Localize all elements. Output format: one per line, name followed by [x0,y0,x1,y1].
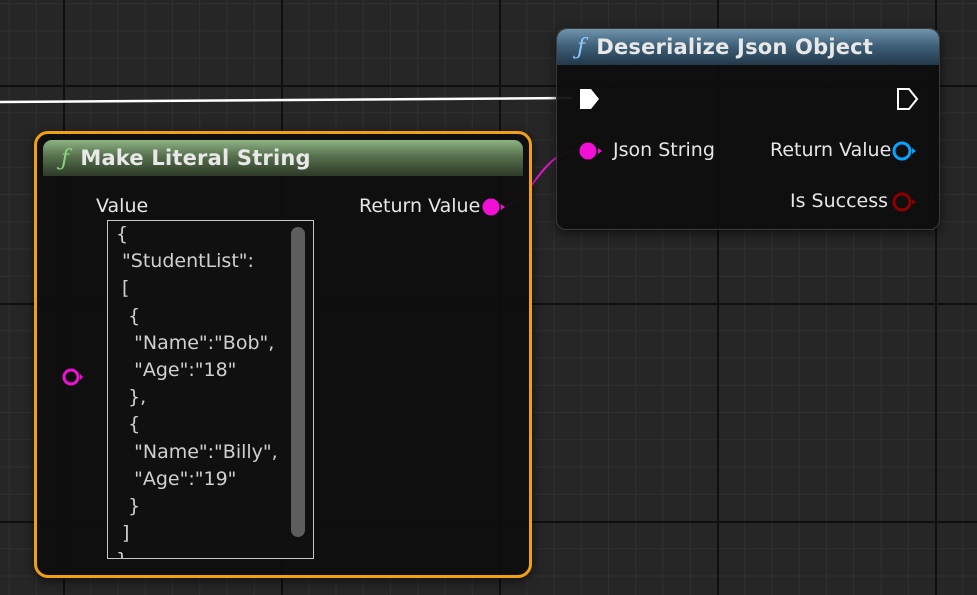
node-header[interactable]: ƒ Make Literal String [43,140,523,176]
value-text[interactable]: { "StudentList": [ { "Name":"Bob", "Age"… [116,221,278,558]
return-value-output-pin-icon[interactable] [481,196,507,218]
is-success-output-pin-icon[interactable] [890,191,918,213]
return-value-label: Return Value [359,195,481,217]
node-header[interactable]: ƒ Deserialize Json Object [557,29,939,65]
json-string-input-pin-icon[interactable] [578,140,604,162]
make-literal-string-node[interactable]: ƒ Make Literal String Value { "StudentLi… [34,131,532,578]
node-title: Make Literal String [80,146,311,170]
is-success-label: Is Success [790,190,889,212]
textbox-scrollbar[interactable] [291,227,305,537]
function-icon: ƒ [577,34,586,60]
value-textbox[interactable]: { "StudentList": [ { "Name":"Bob", "Age"… [107,220,314,559]
deserialize-json-object-node[interactable]: ƒ Deserialize Json Object Json String Re… [556,28,940,230]
return-value-label: Return Value [770,139,892,161]
value-input-pin-icon[interactable] [61,367,83,389]
json-string-label: Json String [613,139,715,161]
value-label: Value [96,195,149,217]
exec-wire[interactable] [0,96,573,104]
return-value-output-pin-icon[interactable] [890,140,918,162]
node-title: Deserialize Json Object [596,35,874,59]
function-icon: ƒ [61,145,70,171]
exec-output-pin-icon[interactable] [896,87,920,111]
exec-input-pin-icon[interactable] [578,87,602,111]
